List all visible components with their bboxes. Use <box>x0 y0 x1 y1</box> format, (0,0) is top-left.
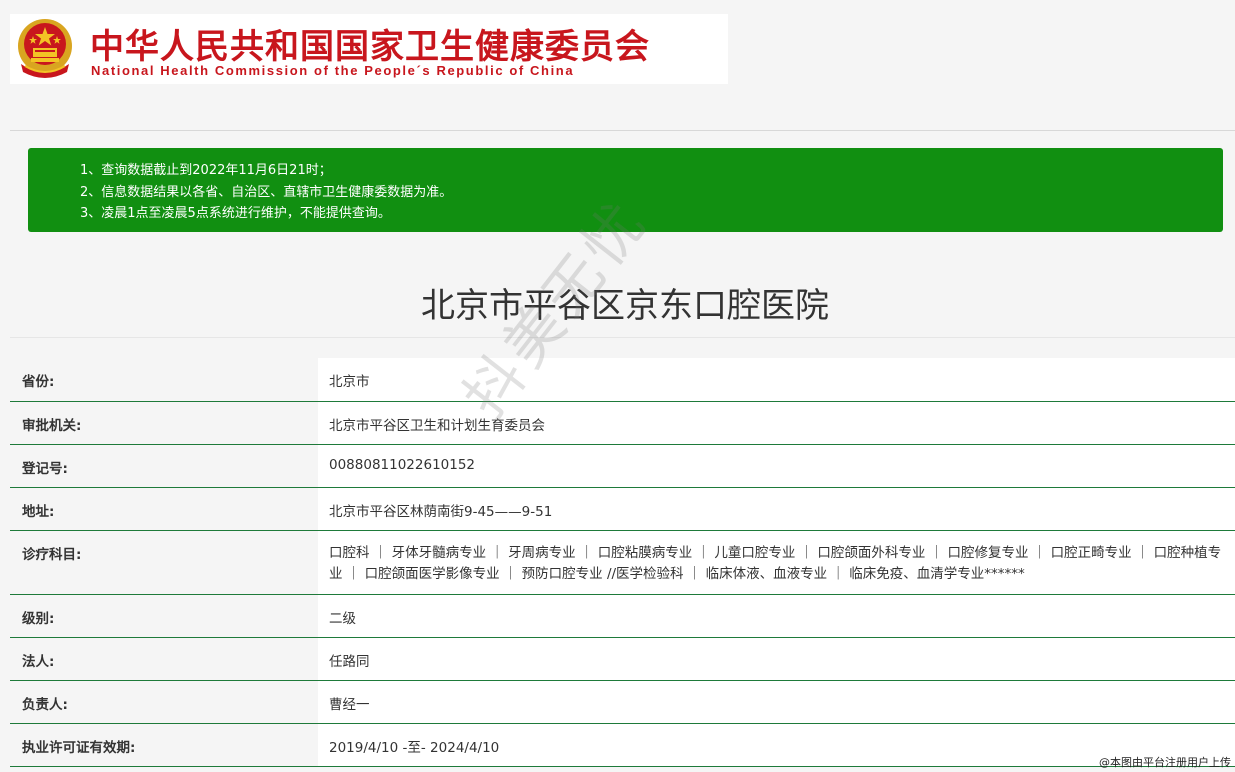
table-row: 登记号: 00880811022610152 <box>10 444 1235 488</box>
title-divider <box>10 337 1235 338</box>
row-label: 地址: <box>10 487 318 531</box>
notice-line: 1、查询数据截止到2022年11月6日21时； <box>80 163 332 178</box>
row-label: 省份: <box>10 358 318 402</box>
table-row: 级别: 二级 <box>10 594 1235 638</box>
table-row: 法人: 任路同 <box>10 637 1235 681</box>
row-value: 口腔科 ｜ 牙体牙髓病专业 ｜ 牙周病专业 ｜ 口腔粘膜病专业 ｜ 儿童口腔专业… <box>318 530 1235 595</box>
row-label: 执业许可证有效期: <box>10 723 318 767</box>
table-row: 地址: 北京市平谷区林荫南街9-45——9-51 <box>10 487 1235 531</box>
row-value: 北京市平谷区林荫南街9-45——9-51 <box>318 487 1235 531</box>
row-value: 北京市 <box>318 358 1235 402</box>
table-row: 诊疗科目: 口腔科 ｜ 牙体牙髓病专业 ｜ 牙周病专业 ｜ 口腔粘膜病专业 ｜ … <box>10 530 1235 595</box>
row-value: 北京市平谷区卫生和计划生育委员会 <box>318 401 1235 445</box>
notice-banner: 1、查询数据截止到2022年11月6日21时； 2、信息数据结果以各省、自治区、… <box>28 148 1223 232</box>
row-value: 任路同 <box>318 637 1235 681</box>
row-value: 00880811022610152 <box>318 444 1235 488</box>
row-value: 曹经一 <box>318 680 1235 724</box>
institution-info-table: 省份: 北京市 审批机关: 北京市平谷区卫生和计划生育委员会 登记号: 0088… <box>10 358 1235 767</box>
national-emblem-icon <box>18 19 72 78</box>
row-label: 级别: <box>10 594 318 638</box>
table-row: 省份: 北京市 <box>10 358 1235 402</box>
site-header-logo[interactable]: 中华人民共和国国家卫生健康委员会 National Health Commiss… <box>10 14 728 84</box>
row-label: 负责人: <box>10 680 318 724</box>
agency-name-en: National Health Commission of the People… <box>91 63 575 78</box>
upload-note: @本图由平台注册用户上传 <box>1099 756 1231 769</box>
table-row: 执业许可证有效期: 2019/4/10 -至- 2024/4/10 <box>10 723 1235 767</box>
header-divider <box>10 130 1235 131</box>
notice-line: 3、凌晨1点至凌晨5点系统进行维护，不能提供查询。 <box>80 206 391 221</box>
row-label: 登记号: <box>10 444 318 488</box>
row-value: 二级 <box>318 594 1235 638</box>
row-value: 2019/4/10 -至- 2024/4/10 <box>318 723 1235 767</box>
table-row: 审批机关: 北京市平谷区卫生和计划生育委员会 <box>10 401 1235 445</box>
row-label: 诊疗科目: <box>10 530 318 595</box>
row-label: 审批机关: <box>10 401 318 445</box>
agency-name-cn: 中华人民共和国国家卫生健康委员会 <box>90 27 650 67</box>
notice-line: 2、信息数据结果以各省、自治区、直辖市卫生健康委数据为准。 <box>80 184 453 200</box>
table-row: 负责人: 曹经一 <box>10 680 1235 724</box>
page-title: 北京市平谷区京东口腔医院 <box>421 286 829 326</box>
row-label: 法人: <box>10 637 318 681</box>
